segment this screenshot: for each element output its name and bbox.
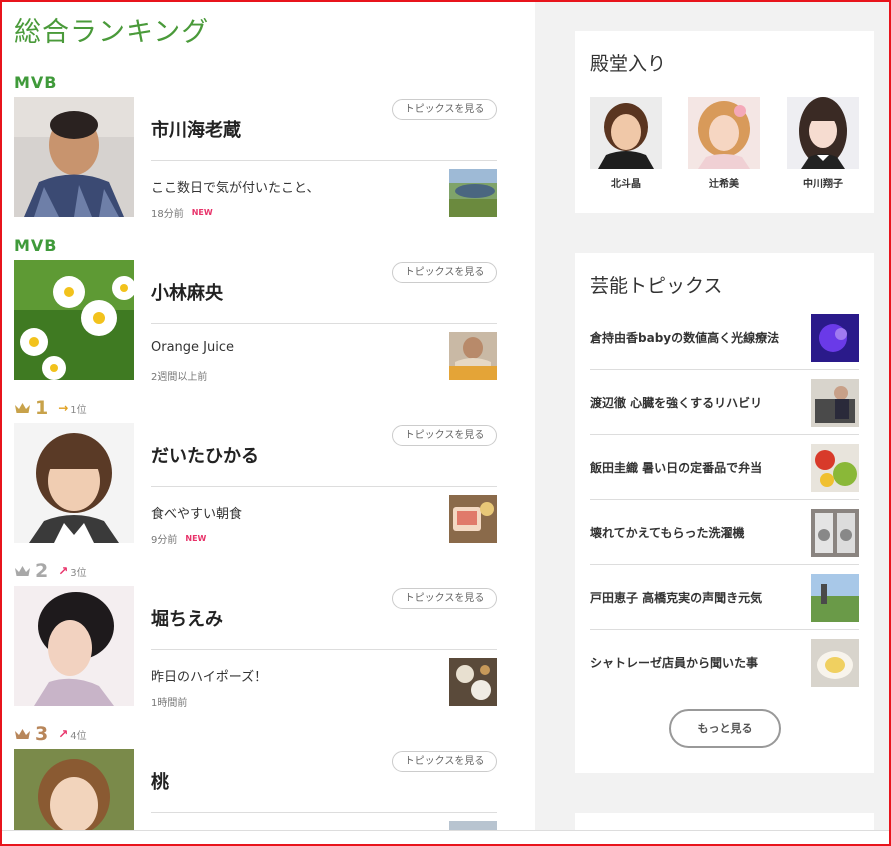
rank-label: 3 ↗ 4位 (14, 723, 87, 745)
view-topics-button[interactable]: トピックスを見る (392, 425, 497, 446)
post-time: 2週間以上前 (151, 372, 208, 383)
post-thumbnail[interactable] (449, 332, 497, 380)
topic-headline[interactable]: 壊れてかえてもらった洗濯機 (590, 524, 744, 541)
topic-headline[interactable]: 倉持由香babyの数値高く光線療法 (590, 329, 779, 346)
rank-number: 3 (35, 723, 49, 745)
topic-thumbnail[interactable] (811, 509, 859, 557)
post-thumbnail[interactable] (449, 658, 497, 706)
topic-headline[interactable]: シャトレーゼ店員から聞いた事 (590, 654, 758, 671)
topic-thumbnail[interactable] (811, 379, 859, 427)
person-name[interactable]: 北斗晶 (590, 175, 662, 190)
topic-item[interactable]: シャトレーゼ店員から聞いた事 (590, 630, 859, 695)
celebrity-name[interactable]: 市川海老蔵 (151, 116, 241, 142)
divider (151, 649, 497, 650)
topic-thumbnail[interactable] (811, 574, 859, 622)
topic-item[interactable]: 戸田恵子 高橋克実の声聞き元気 (590, 565, 859, 630)
celebrity-name[interactable]: 堀ちえみ (151, 605, 223, 631)
celebrity-name[interactable]: 小林麻央 (151, 279, 223, 305)
crown-icon (14, 401, 31, 415)
hall-of-fame-person[interactable]: 中川翔子 (787, 97, 859, 190)
previous-rank: 1位 (70, 404, 87, 416)
profile-photo[interactable] (14, 586, 134, 706)
previous-rank: 3位 (70, 567, 87, 579)
post-thumbnail[interactable] (449, 169, 497, 217)
divider (151, 160, 497, 161)
page-title: 総合ランキング (14, 17, 210, 48)
divider (151, 323, 497, 324)
topic-thumbnail[interactable] (811, 639, 859, 687)
post-time: 1時間前 (151, 698, 188, 709)
hall-of-fame-person[interactable]: 北斗晶 (590, 97, 662, 190)
topic-headline[interactable]: 飯田圭織 暑い日の定番品で弁当 (590, 459, 762, 476)
view-topics-button[interactable]: トピックスを見る (392, 588, 497, 609)
sidebar: 殿堂入り 北斗晶 辻希美 中川翔子 芸能トピックス 倉持由香babyの数値高く光… (535, 2, 889, 846)
new-badge: NEW (191, 208, 213, 217)
view-topics-button[interactable]: トピックスを見る (392, 99, 497, 120)
divider (151, 812, 497, 813)
post-time: 9分前 (151, 535, 178, 546)
trend-up-icon: ↗ (58, 727, 69, 741)
view-topics-button[interactable]: トピックスを見る (392, 262, 497, 283)
entertainment-topics-card: 芸能トピックス 倉持由香babyの数値高く光線療法 渡辺徹 心臓を強くするリハビ… (575, 253, 874, 773)
post-meta: 1時間前 (151, 694, 187, 709)
rank-number: 2 (35, 560, 49, 582)
topic-item[interactable]: 渡辺徹 心臓を強くするリハビリ (590, 370, 859, 435)
trend-flat-icon: → (58, 401, 69, 415)
profile-photo[interactable] (14, 260, 134, 380)
person-photo[interactable] (688, 97, 760, 169)
celebrity-name[interactable]: だいたひかる (151, 442, 259, 468)
topic-item[interactable]: 飯田圭織 暑い日の定番品で弁当 (590, 435, 859, 500)
profile-photo[interactable] (14, 97, 134, 217)
topic-item[interactable]: 倉持由香babyの数値高く光線療法 (590, 305, 859, 370)
post-title[interactable]: ここ数日で気が付いたこと、 (151, 177, 319, 196)
rank-trend: ↗ 3位 (58, 564, 86, 579)
crown-icon (14, 727, 31, 741)
post-title[interactable]: Orange Juice (151, 340, 234, 355)
more-button[interactable]: もっと見る (669, 709, 781, 748)
crown-icon (14, 564, 31, 578)
person-name[interactable]: 辻希美 (688, 175, 760, 190)
topic-thumbnail[interactable] (811, 314, 859, 362)
new-badge: NEW (185, 534, 207, 543)
divider (151, 486, 497, 487)
topic-headline[interactable]: 戸田恵子 高橋克実の声聞き元気 (590, 589, 762, 606)
rank-number: 1 (35, 397, 49, 419)
post-thumbnail[interactable] (449, 495, 497, 543)
topic-headline[interactable]: 渡辺徹 心臓を強くするリハビリ (590, 394, 762, 411)
entertainment-topics-title: 芸能トピックス (590, 275, 723, 297)
person-name[interactable]: 中川翔子 (787, 175, 859, 190)
post-title[interactable]: 昨日のハイポーズ！ (151, 666, 267, 685)
hall-of-fame-title: 殿堂入り (590, 53, 667, 75)
horizontal-scrollbar[interactable] (2, 830, 889, 844)
trend-up-icon: ↗ (58, 564, 69, 578)
topic-thumbnail[interactable] (811, 444, 859, 492)
ranking-column: 総合ランキング MVB 市川海老蔵 トピックスを見る ここ数日で気が付いたこと、… (2, 2, 535, 844)
rank-trend: ↗ 4位 (58, 727, 86, 742)
previous-rank: 4位 (70, 730, 87, 742)
post-time: 18分前 (151, 209, 184, 220)
person-photo[interactable] (590, 97, 662, 169)
view-topics-button[interactable]: トピックスを見る (392, 751, 497, 772)
mvb-text: MVB (14, 235, 58, 255)
hall-of-fame-card: 殿堂入り 北斗晶 辻希美 中川翔子 (575, 31, 874, 213)
rank-label: 1 → 1位 (14, 397, 87, 419)
celebrity-name[interactable]: 桃 (151, 768, 169, 794)
post-meta: 18分前 NEW (151, 205, 213, 220)
mvb-label: MVB (14, 71, 58, 93)
hall-of-fame-person[interactable]: 辻希美 (688, 97, 760, 190)
rank-trend: → 1位 (58, 401, 86, 416)
mvb-label: MVB (14, 234, 58, 256)
post-meta: 9分前 NEW (151, 531, 206, 546)
topic-item[interactable]: 壊れてかえてもらった洗濯機 (590, 500, 859, 565)
post-meta: 2週間以上前 (151, 368, 207, 383)
profile-photo[interactable] (14, 423, 134, 543)
post-title[interactable]: 食べやすい朝食 (151, 503, 242, 522)
rank-label: 2 ↗ 3位 (14, 560, 87, 582)
mvb-text: MVB (14, 72, 58, 92)
person-photo[interactable] (787, 97, 859, 169)
